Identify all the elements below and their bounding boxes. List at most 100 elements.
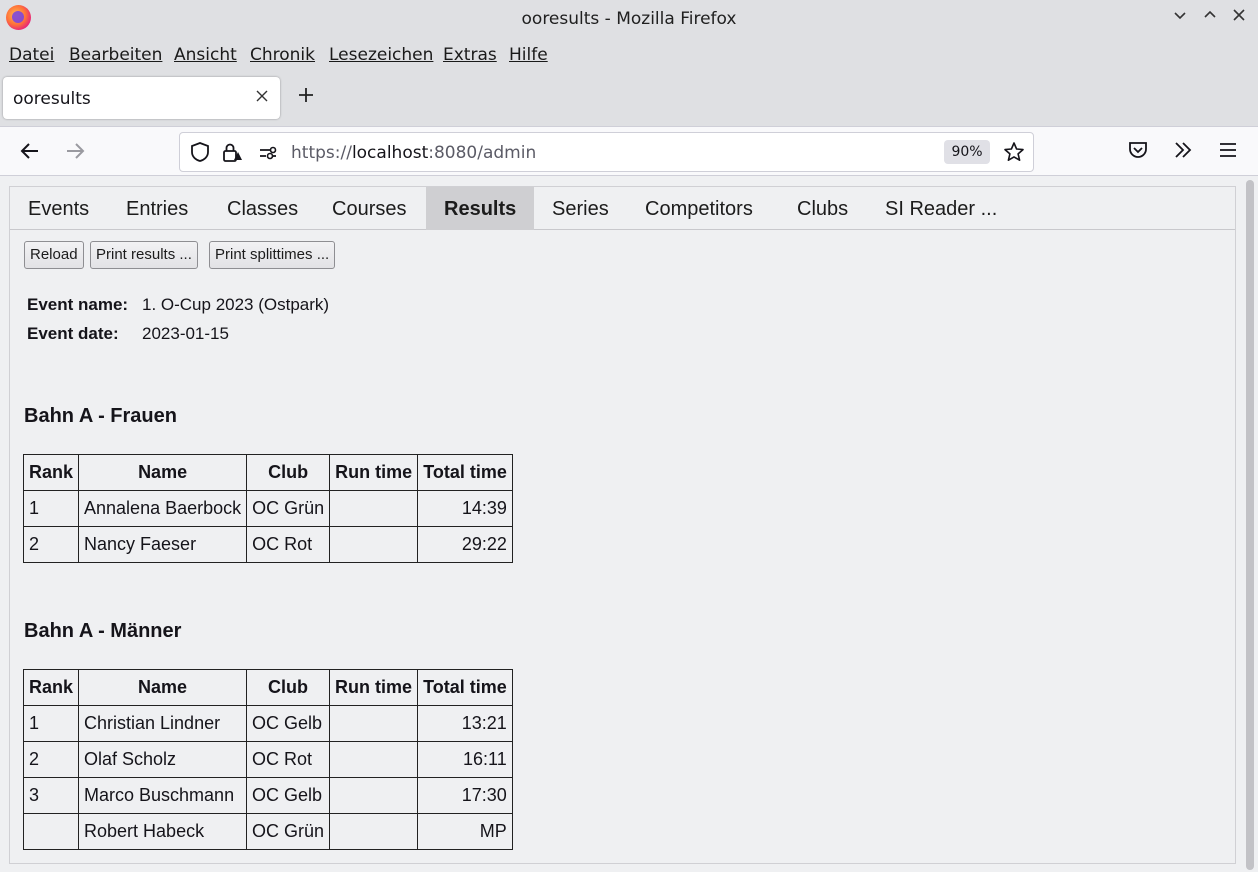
cell-club: OC Gelb (246, 777, 331, 814)
back-icon[interactable] (18, 139, 42, 163)
cell-name: Nancy Faeser (78, 526, 248, 563)
cell-club: OC Gelb (246, 705, 331, 742)
col-club: Club (246, 454, 331, 491)
bookmark-star-icon[interactable] (1003, 141, 1025, 167)
tab-classes[interactable]: Classes (209, 187, 316, 230)
cell-name: Annalena Baerbock (78, 490, 248, 527)
menu-datei[interactable]: Datei (9, 45, 54, 65)
col-name: Name (78, 454, 248, 491)
url-text[interactable]: https://localhost:8080/admin (291, 143, 536, 163)
menu-label: Datei (9, 45, 55, 65)
menu-lesezeichen[interactable]: Lesezeichen (329, 45, 433, 65)
cell-rank: 2 (22, 741, 80, 778)
browser-tab[interactable]: ooresults (3, 77, 280, 119)
new-tab-icon[interactable] (294, 85, 318, 109)
cell-club: OC Grün (246, 490, 331, 527)
tab-title: ooresults (13, 89, 91, 109)
tab-si-reader[interactable]: SI Reader ... (867, 187, 1015, 230)
tab-series[interactable]: Series (534, 187, 627, 230)
cell-total-time: 17:30 (417, 777, 513, 814)
cell-name: Marco Buschmann (78, 777, 248, 814)
group-title: Bahn A - Männer (24, 620, 182, 642)
close-window-icon[interactable] (1229, 8, 1249, 28)
table-row: 1 Christian Lindner OC Gelb 13:21 (22, 705, 513, 742)
col-rank: Rank (22, 454, 80, 491)
cell-rank: 3 (22, 777, 80, 814)
window-titlebar: ooresults - Mozilla Firefox (0, 0, 1258, 37)
menu-bar: Datei Bearbeiten Ansicht Chronik Lesezei… (0, 37, 1258, 71)
tab-courses[interactable]: Courses (314, 187, 424, 230)
menu-hilfe[interactable]: Hilfe (509, 45, 548, 65)
cell-total-time: 29:22 (417, 526, 513, 563)
overflow-chevron-icon[interactable] (1172, 139, 1196, 163)
cell-rank (22, 813, 80, 850)
col-total-time: Total time (417, 669, 513, 706)
minimize-icon[interactable] (1170, 8, 1190, 28)
table-row: Robert Habeck OC Grün MP (22, 813, 513, 850)
cell-rank: 2 (22, 526, 80, 563)
menu-bearbeiten[interactable]: Bearbeiten (69, 45, 162, 65)
group-title: Bahn A - Frauen (24, 405, 177, 427)
table-header-row: Rank Name Club Run time Total time (22, 669, 513, 706)
col-name: Name (78, 669, 248, 706)
cell-total-time: 13:21 (417, 705, 513, 742)
tab-entries[interactable]: Entries (108, 187, 206, 230)
tab-competitors[interactable]: Competitors (627, 187, 771, 230)
print-splittimes-button[interactable]: Print splittimes ... (209, 241, 336, 269)
cell-total-time: 14:39 (417, 490, 513, 527)
menu-label: Hilfe (509, 45, 548, 65)
app-tab-bar: Events Entries Classes Courses Results S… (10, 187, 1235, 230)
url-path: :8080/admin (428, 143, 537, 163)
permissions-icon[interactable] (258, 143, 278, 167)
print-results-button[interactable]: Print results ... (90, 241, 198, 269)
event-name-label: Event name: (27, 295, 129, 314)
table-header-row: Rank Name Club Run time Total time (22, 454, 513, 491)
tab-clubs[interactable]: Clubs (779, 187, 866, 230)
url-host: localhost (351, 143, 429, 163)
cell-club: OC Grün (246, 813, 331, 850)
menu-label: Extras (443, 45, 497, 65)
window-title: ooresults - Mozilla Firefox (521, 9, 737, 29)
event-date-value: 2023-01-15 (142, 324, 229, 343)
shield-icon[interactable] (189, 141, 211, 167)
menu-ansicht[interactable]: Ansicht (174, 45, 237, 65)
cell-run-time (329, 777, 419, 814)
insecure-lock-icon[interactable] (221, 141, 243, 167)
tab-strip: ooresults (0, 71, 1258, 126)
col-total-time: Total time (417, 454, 513, 491)
zoom-level-badge[interactable]: 90% (944, 140, 990, 164)
reload-button[interactable]: Reload (24, 241, 84, 269)
cell-rank: 1 (22, 490, 80, 527)
menu-chronik[interactable]: Chronik (250, 45, 315, 65)
cell-run-time (329, 490, 419, 527)
cell-run-time (329, 526, 419, 563)
maximize-icon[interactable] (1200, 8, 1220, 28)
page-content: Events Entries Classes Courses Results S… (0, 177, 1258, 872)
cell-run-time (329, 705, 419, 742)
table-row: 3 Marco Buschmann OC Gelb 17:30 (22, 777, 513, 814)
cell-name: Robert Habeck (78, 813, 248, 850)
hamburger-menu-icon[interactable] (1217, 139, 1241, 163)
pocket-icon[interactable] (1127, 139, 1151, 163)
cell-run-time (329, 813, 419, 850)
url-bar[interactable]: https://localhost:8080/admin 90% (179, 132, 1034, 172)
forward-icon[interactable] (63, 139, 87, 163)
cell-club: OC Rot (246, 526, 331, 563)
vertical-scrollbar[interactable] (1246, 180, 1254, 870)
cell-rank: 1 (22, 705, 80, 742)
tab-events[interactable]: Events (10, 187, 107, 230)
menu-extras[interactable]: Extras (443, 45, 497, 65)
menu-label: Lesezeichen (329, 45, 434, 65)
cell-total-time: 16:11 (417, 741, 513, 778)
cell-name: Christian Lindner (78, 705, 248, 742)
table-row: 2 Nancy Faeser OC Rot 29:22 (22, 526, 513, 563)
event-name-value: 1. O-Cup 2023 (Ostpark) (142, 295, 330, 314)
tab-results[interactable]: Results (426, 187, 534, 230)
cell-club: OC Rot (246, 741, 331, 778)
cell-run-time (329, 741, 419, 778)
close-tab-icon[interactable] (256, 87, 268, 106)
col-rank: Rank (22, 669, 80, 706)
table-row: 2 Olaf Scholz OC Rot 16:11 (22, 741, 513, 778)
cell-name: Olaf Scholz (78, 741, 248, 778)
col-club: Club (246, 669, 331, 706)
